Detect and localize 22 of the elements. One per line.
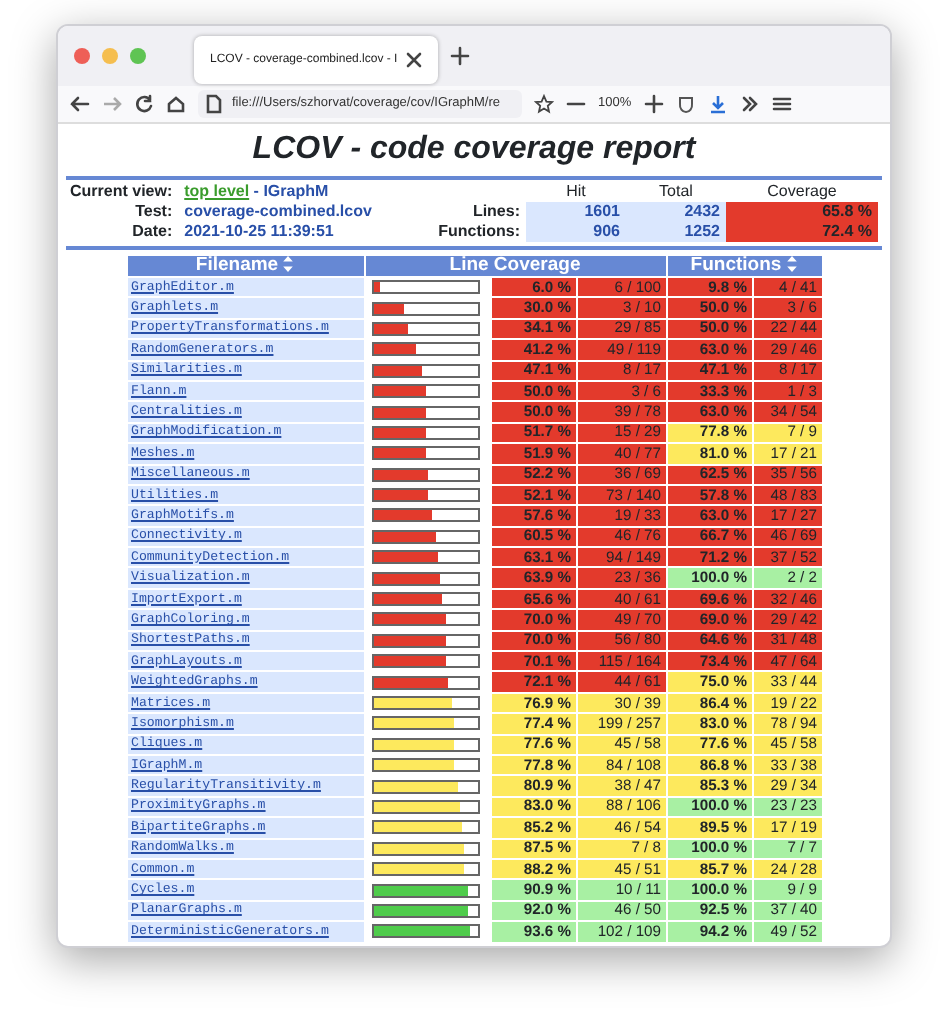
summary-label: Lines: xyxy=(432,202,526,222)
table-cell: 2432 xyxy=(626,202,726,222)
column-header: Line Coverage xyxy=(365,256,665,276)
page-title: LCOV - code coverage report xyxy=(250,132,699,168)
column-header: Total xyxy=(626,182,726,202)
column-header[interactable]: Filename xyxy=(127,256,363,276)
info-label: Date: xyxy=(132,222,175,240)
column-header: Hit xyxy=(526,182,626,202)
breadcrumb-link[interactable]: top level xyxy=(184,182,250,200)
info-value: - IGraphM xyxy=(251,182,329,200)
info-value: 2021-10-25 11:39:51 xyxy=(184,222,334,240)
coverage-cell: 72.4 % xyxy=(726,222,878,242)
info-label: Test: xyxy=(135,202,175,220)
info-value: coverage-combined.lcov xyxy=(184,202,372,220)
table-cell: 1252 xyxy=(626,222,726,242)
coverage-cell: 65.8 % xyxy=(726,202,878,222)
table-cell: 906 xyxy=(526,222,626,242)
info-label: Current view: xyxy=(70,182,175,200)
summary-label: Functions: xyxy=(432,222,526,242)
table-cell: 1601 xyxy=(526,202,626,222)
column-header[interactable]: Functions xyxy=(667,256,821,276)
column-header: Coverage xyxy=(726,182,878,202)
